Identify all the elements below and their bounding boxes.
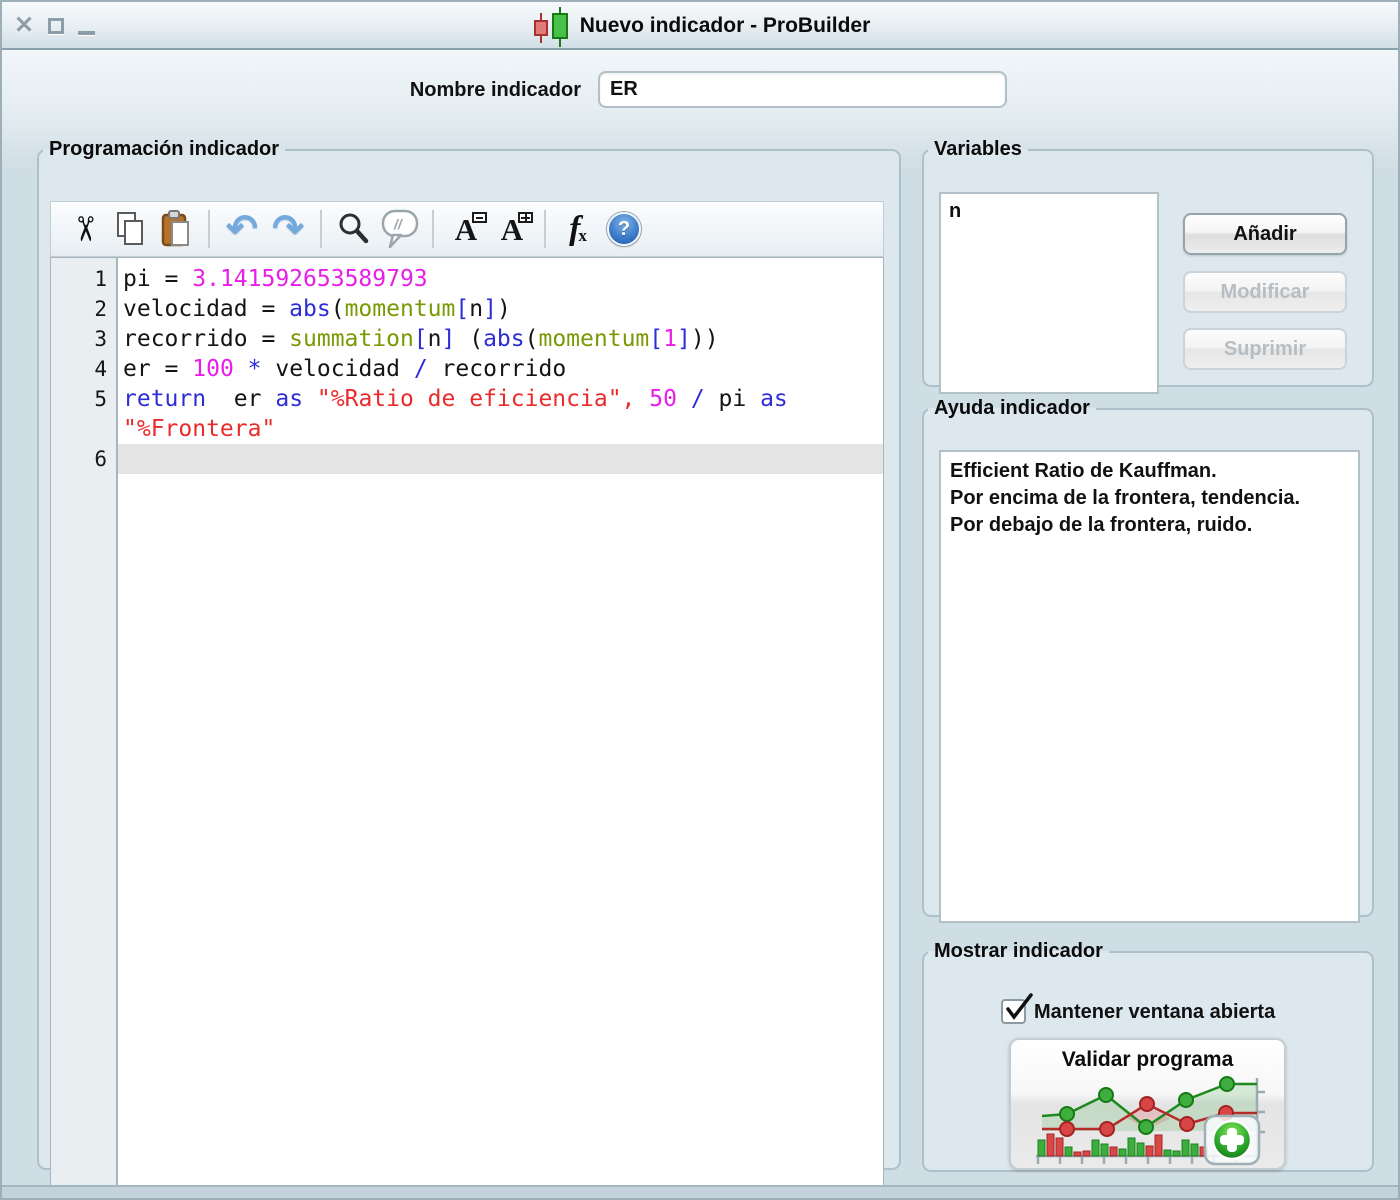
search-icon (335, 210, 373, 248)
title-bar: ✕ Nuevo indicador - ProBuilder (2, 2, 1398, 50)
toolbar-separator (432, 210, 434, 248)
help-line: Efficient Ratio de Kauffman. (950, 458, 1349, 485)
copy-button[interactable] (107, 206, 153, 252)
help-legend: Ayuda indicador (928, 397, 1096, 420)
indicator-name-label: Nombre indicador (410, 79, 581, 102)
help-textarea[interactable]: Efficient Ratio de Kauffman. Por encima … (939, 450, 1360, 923)
code-area[interactable]: pi = 3.141592653589793velocidad = abs(mo… (118, 258, 883, 1189)
undo-icon: ↶ (226, 210, 258, 248)
scissors-icon: ✂ (67, 215, 101, 244)
increase-font-button[interactable]: A (489, 206, 535, 252)
help-button[interactable]: ? (601, 206, 647, 252)
help-panel: Ayuda indicador Efficient Ratio de Kauff… (922, 397, 1374, 917)
question-icon: ? (607, 212, 641, 246)
comment-icon: // (380, 208, 420, 250)
copy-icon (111, 210, 149, 248)
validate-chart-illustration (1024, 1074, 1272, 1168)
window-bottom-edge (2, 1185, 1398, 1198)
redo-button[interactable]: ↷ (265, 206, 311, 252)
decrease-font-button[interactable]: A (443, 206, 489, 252)
variables-list[interactable]: n (939, 192, 1159, 394)
toolbar-separator (208, 210, 210, 248)
variable-item[interactable]: n (949, 198, 1149, 224)
indicator-name-input[interactable] (598, 71, 1007, 108)
programming-legend: Programación indicador (43, 138, 285, 161)
line-number-gutter: 123456 (51, 258, 118, 1189)
keep-window-checkbox[interactable] (1001, 999, 1026, 1024)
paste-icon (157, 209, 195, 249)
redo-icon: ↷ (272, 210, 304, 248)
keep-window-label: Mantener ventana abierta (1034, 1001, 1275, 1024)
candlestick-icon (530, 5, 572, 47)
window-title: Nuevo indicador - ProBuilder (580, 14, 871, 38)
variables-panel: Variables n Añadir Modificar Suprimir (922, 138, 1374, 387)
editor-toolbar: ✂ ↶ ↷ (50, 201, 884, 257)
add-indicator-badge (1205, 1116, 1259, 1164)
variables-legend: Variables (928, 138, 1028, 161)
validate-program-button[interactable]: Validar programa (1009, 1038, 1286, 1170)
toolbar-separator (320, 210, 322, 248)
toolbar-separator (544, 210, 546, 248)
help-line: Por debajo de la frontera, ruido. (950, 512, 1349, 539)
validate-program-label: Validar programa (1011, 1048, 1284, 1072)
insert-function-button[interactable]: f x (555, 206, 601, 252)
show-indicator-legend: Mostrar indicador (928, 940, 1109, 963)
checkmark-icon (1005, 992, 1035, 1024)
programming-panel: Programación indicador ✂ ↶ (37, 138, 901, 1170)
delete-variable-button: Suprimir (1183, 328, 1347, 370)
code-editor: 123456 pi = 3.141592653589793velocidad =… (50, 257, 884, 1190)
probuilder-window: ✕ Nuevo indicador - ProBuilder Nombre in… (0, 0, 1400, 1200)
help-line: Por encima de la frontera, tendencia. (950, 485, 1349, 512)
show-indicator-panel: Mostrar indicador Mantener ventana abier… (922, 940, 1374, 1172)
modify-variable-button: Modificar (1183, 271, 1347, 313)
search-button[interactable] (331, 206, 377, 252)
comment-button[interactable]: // (377, 206, 423, 252)
paste-button[interactable] (153, 206, 199, 252)
cut-button[interactable]: ✂ (61, 206, 107, 252)
undo-button[interactable]: ↶ (219, 206, 265, 252)
window-title-area: Nuevo indicador - ProBuilder (2, 2, 1398, 50)
add-variable-button[interactable]: Añadir (1183, 213, 1347, 255)
